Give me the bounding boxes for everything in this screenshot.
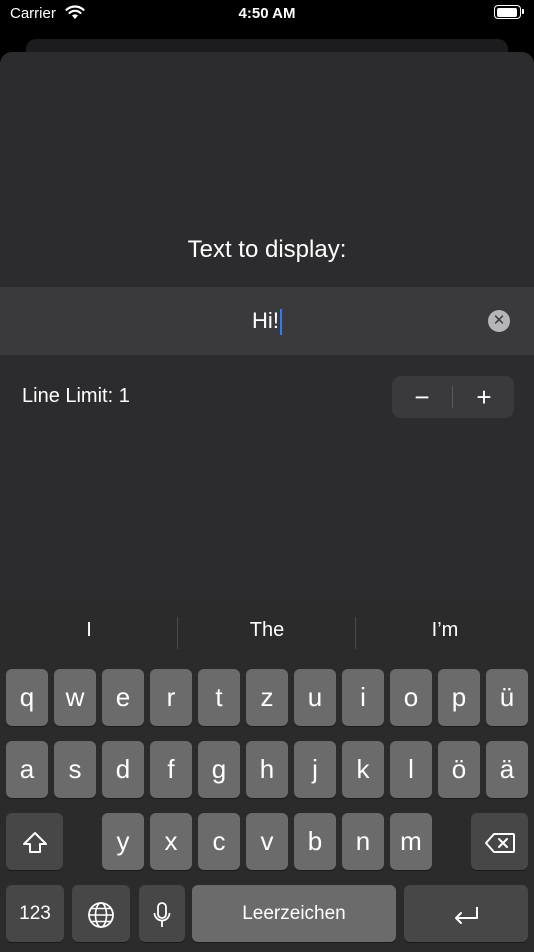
key-y[interactable]: y — [102, 813, 144, 870]
key-c[interactable]: c — [198, 813, 240, 870]
status-bar: Carrier 4:50 AM — [0, 0, 534, 30]
suggestion-2[interactable]: The — [178, 619, 356, 642]
clear-text-button[interactable]: ✕ — [488, 310, 510, 332]
text-prompt-label: Text to display: — [187, 236, 347, 263]
globe-key[interactable] — [72, 885, 130, 942]
globe-icon — [88, 902, 114, 929]
text-input[interactable]: Hi! — [0, 287, 534, 355]
keyboard: I The I’m q w e r t z u i o p ü a s d f … — [0, 600, 534, 950]
key-v[interactable]: v — [246, 813, 288, 870]
stepper-increment-button[interactable]: + — [454, 376, 514, 418]
shift-key[interactable] — [6, 813, 63, 870]
line-limit-label: Line Limit: 1 — [22, 385, 130, 407]
suggestion-3[interactable]: I’m — [356, 619, 534, 642]
key-h[interactable]: h — [246, 741, 288, 798]
key-m[interactable]: m — [390, 813, 432, 870]
key-x[interactable]: x — [150, 813, 192, 870]
key-b[interactable]: b — [294, 813, 336, 870]
stepper-decrement-button[interactable]: − — [392, 376, 452, 418]
key-u-umlaut[interactable]: ü — [486, 669, 528, 726]
stepper-divider — [452, 386, 453, 408]
shift-icon — [22, 832, 47, 854]
delete-icon — [484, 833, 515, 854]
key-o-umlaut[interactable]: ö — [438, 741, 480, 798]
key-n[interactable]: n — [342, 813, 384, 870]
status-time: 4:50 AM — [238, 5, 296, 22]
line-limit-stepper: − + — [392, 376, 514, 418]
key-f[interactable]: f — [150, 741, 192, 798]
space-key[interactable]: Leerzeichen — [192, 885, 396, 942]
suggestion-1[interactable]: I — [0, 619, 178, 642]
key-g[interactable]: g — [198, 741, 240, 798]
key-a-umlaut[interactable]: ä — [486, 741, 528, 798]
text-input-value: Hi! — [252, 308, 279, 333]
numbers-key[interactable]: 123 — [6, 885, 64, 942]
battery-icon — [494, 5, 524, 19]
key-o[interactable]: o — [390, 669, 432, 726]
key-q[interactable]: q — [6, 669, 48, 726]
key-w[interactable]: w — [54, 669, 96, 726]
return-icon — [455, 907, 478, 925]
key-s[interactable]: s — [54, 741, 96, 798]
return-key[interactable] — [404, 885, 528, 942]
key-p[interactable]: p — [438, 669, 480, 726]
key-a[interactable]: a — [6, 741, 48, 798]
key-r[interactable]: r — [150, 669, 192, 726]
key-u[interactable]: u — [294, 669, 336, 726]
microphone-icon — [153, 902, 171, 928]
key-i[interactable]: i — [342, 669, 384, 726]
key-e[interactable]: e — [102, 669, 144, 726]
delete-key[interactable] — [471, 813, 528, 870]
text-caret — [279, 309, 282, 336]
key-d[interactable]: d — [102, 741, 144, 798]
clear-icon: ✕ — [492, 312, 506, 329]
text-field-row: Hi! ✕ — [0, 287, 534, 355]
key-j[interactable]: j — [294, 741, 336, 798]
key-k[interactable]: k — [342, 741, 384, 798]
dictation-key[interactable] — [139, 885, 185, 942]
key-t[interactable]: t — [198, 669, 240, 726]
key-z[interactable]: z — [246, 669, 288, 726]
key-l[interactable]: l — [390, 741, 432, 798]
